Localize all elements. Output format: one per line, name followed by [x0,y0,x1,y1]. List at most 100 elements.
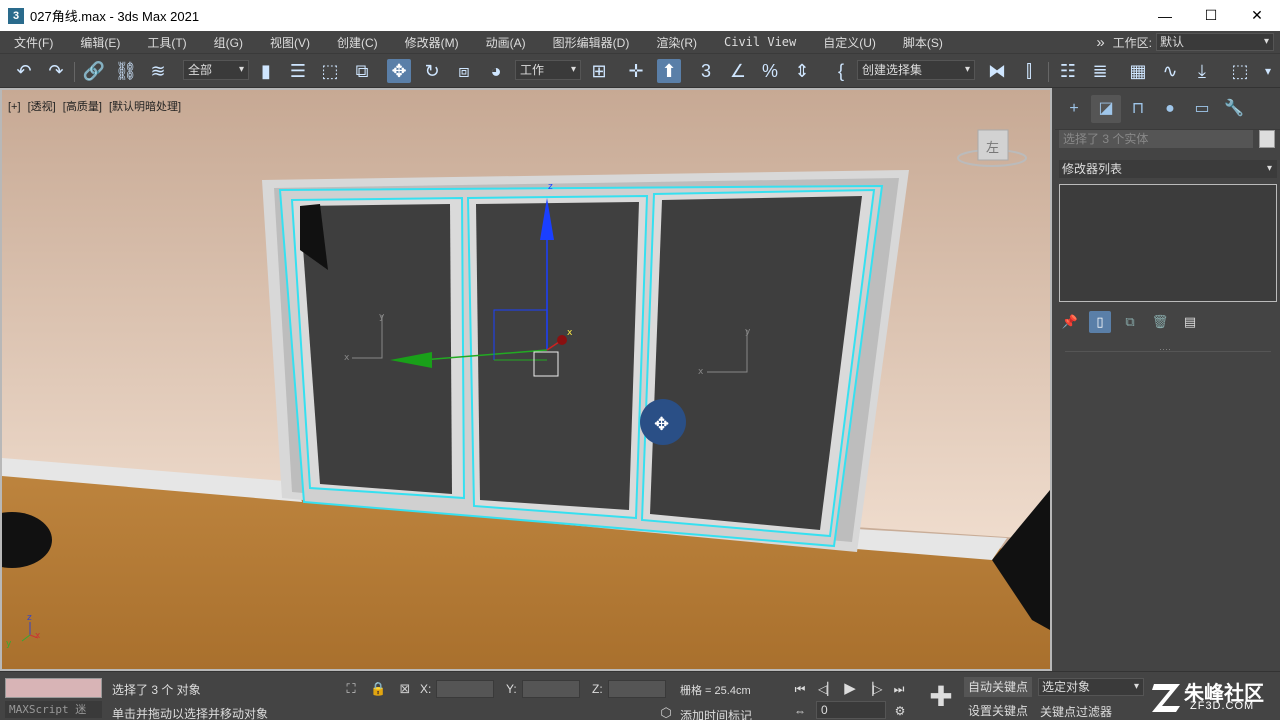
reference-coordinate-dropdown[interactable]: 工作 [515,60,581,80]
time-tag-icon[interactable]: ⬡ [658,705,674,720]
toolbar-overflow-icon[interactable]: ▾ [1260,59,1276,83]
menu-create[interactable]: 创建(C) [323,34,391,51]
menu-customize[interactable]: 自定义(U) [809,34,889,51]
edit-named-selection-icon[interactable]: { [829,59,853,83]
gizmo-z-label: z [548,182,553,192]
utilities-tab-icon[interactable]: 🔧 [1219,95,1249,123]
redo-icon[interactable]: ↷ [44,59,68,83]
menu-civil-view[interactable]: Civil View [710,35,809,49]
object-color-swatch[interactable] [1259,130,1275,148]
selection-name-field[interactable]: 选择了 3 个实体 [1059,130,1253,148]
spinner-snap-icon[interactable]: ⇕ [790,59,814,83]
material-editor-icon[interactable]: ⬚ [1228,59,1252,83]
undo-icon[interactable]: ↶ [12,59,36,83]
close-button[interactable]: ✕ [1234,0,1280,31]
rectangular-selection-icon[interactable]: ⬚ [318,59,342,83]
menu-tools[interactable]: 工具(T) [133,34,199,51]
modifier-stack[interactable] [1059,184,1277,302]
time-configuration-icon[interactable]: ⚙ [891,703,909,719]
select-and-move-icon[interactable]: ✥ [387,59,411,83]
gizmo-x-arrow[interactable] [557,335,567,345]
percent-snap-icon[interactable]: % [758,59,782,83]
previous-frame-icon[interactable]: ◁▏ [818,681,836,697]
play-icon[interactable]: ▶ [841,681,859,697]
viewport-point-of-view-label[interactable]: [透视] [28,101,56,113]
bind-space-warp-icon[interactable]: ≋ [146,59,170,83]
viewport-label[interactable]: [+] [透视] [高质量] [默认明暗处理] [8,98,185,114]
menu-rendering[interactable]: 渲染(R) [642,34,710,51]
viewport-lighting-label[interactable]: [默认明暗处理] [109,101,181,113]
viewport-shading-label[interactable]: [高质量] [63,101,102,113]
workspace-dropdown[interactable]: 默认 [1156,33,1274,51]
viewport-menu-label[interactable]: [+] [8,101,21,113]
angle-snap-icon[interactable]: ∠ [726,59,750,83]
key-mode-toggle-icon[interactable]: ⇔ [791,703,809,719]
modify-tab-icon[interactable]: ◪ [1091,94,1121,123]
rollout-handle[interactable]: ···· [1159,344,1171,354]
menu-animation[interactable]: 动画(A) [472,34,539,51]
snaps-toggle-icon[interactable]: 3 [694,59,718,83]
selection-filter-dropdown[interactable]: 全部 [183,60,249,80]
isolate-selection-icon[interactable]: ⛶ [343,681,359,697]
select-manipulate-icon[interactable]: ✛ [624,59,648,83]
menu-overflow-icon[interactable]: » [1096,34,1104,51]
hierarchy-tab-icon[interactable]: ⊓ [1123,95,1153,123]
add-time-tag[interactable]: 添加时间标记 [680,707,752,720]
selection-lock-icon[interactable]: 🔒 [370,681,386,697]
set-key-button[interactable]: 设置关键点 [964,701,1032,720]
make-unique-icon[interactable]: ⧉ [1119,311,1141,333]
select-and-rotate-icon[interactable]: ↻ [420,59,444,83]
perspective-viewport[interactable]: [+] [透视] [高质量] [默认明暗处理] z x y x y x ✥ 左 … [0,88,1052,671]
command-panel: + ◪ ⊓ ● ▭ 🔧 选择了 3 个实体 修改器列表 📌 ▯ ⧉ 🗑 ▤ ··… [1055,88,1280,671]
maximize-button[interactable]: ☐ [1188,0,1234,31]
select-by-name-icon[interactable]: ☰ [286,59,310,83]
absolute-mode-icon[interactable]: ⊠ [397,681,413,697]
set-key-icon[interactable]: ✚ [926,680,956,714]
modifier-list-dropdown[interactable]: 修改器列表 [1059,160,1277,178]
configure-modifier-sets-icon[interactable]: ▤ [1179,311,1201,333]
maxscript-listener-box[interactable] [5,678,102,698]
keyboard-shortcut-override-icon[interactable]: ⬆ [657,59,681,83]
display-tab-icon[interactable]: ▭ [1187,95,1217,123]
next-frame-icon[interactable]: ▕▷ [864,681,882,697]
z-coord-field[interactable] [608,680,666,698]
menu-group[interactable]: 组(G) [200,34,256,51]
unlink-icon[interactable]: ⛓ [114,59,138,83]
menu-file[interactable]: 文件(F) [0,34,66,51]
named-selection-dropdown[interactable]: 创建选择集 [857,60,975,80]
motion-tab-icon[interactable]: ● [1155,95,1185,123]
goto-start-icon[interactable]: ⏮ [791,681,809,697]
maxscript-mini-listener[interactable]: MAXScript 迷 [5,701,102,718]
goto-end-icon[interactable]: ⏭ [890,681,908,697]
x-coord-field[interactable] [436,680,494,698]
app-logo-icon[interactable]: 3 [8,7,24,24]
menu-graph-editors[interactable]: 图形编辑器(D) [539,34,643,51]
select-and-scale-icon[interactable]: ⧈ [452,59,476,83]
select-object-icon[interactable]: ▮ [254,59,278,83]
link-icon[interactable]: 🔗 [82,59,106,83]
menu-scripting[interactable]: 脚本(S) [889,34,956,51]
show-end-result-icon[interactable]: ▯ [1089,311,1111,333]
mirror-icon[interactable]: ⧓ [985,59,1009,83]
menu-modifiers[interactable]: 修改器(M) [391,34,472,51]
create-tab-icon[interactable]: + [1059,95,1089,123]
scene-explorer-icon[interactable]: ☷ [1056,59,1080,83]
toggle-ribbon-icon[interactable]: ▦ [1126,59,1150,83]
menu-edit[interactable]: 编辑(E) [66,34,133,51]
schematic-view-icon[interactable]: ⤓ [1190,59,1214,83]
y-coord-field[interactable] [522,680,580,698]
select-and-place-icon[interactable]: ◕ [484,59,508,83]
layer-explorer-icon[interactable]: ≣ [1088,59,1112,83]
menu-views[interactable]: 视图(V) [256,34,323,51]
window-crossing-icon[interactable]: ⧉ [350,59,374,83]
remove-modifier-icon[interactable]: 🗑 [1149,311,1171,333]
selected-objects-dropdown[interactable]: 选定对象 [1038,678,1144,696]
pivot-center-icon[interactable]: ⊞ [587,59,611,83]
auto-key-button[interactable]: 自动关键点 [964,677,1032,697]
align-icon[interactable]: ⫿ [1017,59,1041,83]
key-filters-button[interactable]: 关键点过滤器 [1040,703,1112,720]
current-frame-field[interactable]: 0 [816,701,886,719]
curve-editor-icon[interactable]: ∿ [1158,59,1182,83]
minimize-button[interactable]: — [1142,0,1188,31]
pin-stack-icon[interactable]: 📌 [1059,311,1081,333]
